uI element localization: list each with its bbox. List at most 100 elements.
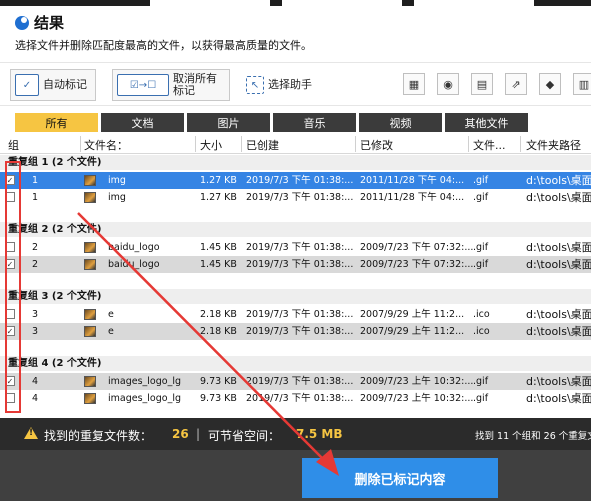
table-row[interactable]: ✓ 4 images_logo_lg 9.73 KB 2019/7/3 下午 01:38… [0,373,591,390]
row-modified: 2009/7/23 下午 07:32:... [360,259,474,270]
group-header: 重复组 4 (2 个文件) [0,356,591,371]
location-pin-icon[interactable]: ◉ [437,73,459,95]
found-files-label: 找到的重复文件数： [44,429,153,443]
row-checkbox[interactable]: ✓ [5,259,15,269]
status-footer: 找到的重复文件数： 26 | 可节省空间： 7.5 MB 找到 11 个组和 2… [0,418,591,450]
header: 结果 选择文件并删除匹配度最高的文件，以获得最高质量的文件。 [0,6,591,58]
row-modified: 2011/11/28 下午 04:... [360,175,465,186]
row-created: 2019/7/3 下午 01:38:... [246,326,354,337]
group-header: 重复组 3 (2 个文件) [0,289,591,304]
external-link-icon[interactable]: ⇗ [505,73,527,95]
row-checkbox[interactable]: ✓ [5,326,15,336]
column-folder-path[interactable]: 文件夹路径 [526,137,581,153]
column-file-type[interactable]: 文件... [473,137,506,153]
row-created: 2019/7/3 下午 01:38:... [246,393,354,404]
row-checkbox[interactable] [5,242,15,252]
save-doc-icon[interactable]: ▤ [471,73,493,95]
row-filename: baidu_logo [108,242,160,253]
column-filename[interactable]: 文件名： [84,137,128,153]
table-row[interactable]: 1 img 1.27 KB 2019/7/3 下午 01:38:... 2011/11/… [0,189,591,206]
tab-images[interactable]: 图片 [187,113,270,132]
found-files-count: 26 [172,427,189,441]
app-logo-icon [15,16,29,30]
file-type-tabs: 所有 文档 图片 音乐 视频 其他文件 [0,111,591,133]
row-extension: .gif [473,175,489,186]
row-checkbox[interactable] [5,309,15,319]
column-group[interactable]: 组 [8,137,19,153]
image-file-icon [84,376,96,387]
space-saved-value: 7.5 MB [296,427,343,441]
table-row[interactable]: ✓ 2 baidu_logo 1.45 KB 2019/7/3 下午 01:38:...… [0,256,591,273]
warning-icon [24,427,38,439]
image-file-icon [84,393,96,404]
row-modified: 2009/7/23 下午 07:32:... [360,242,474,253]
row-extension: .ico [473,326,490,337]
table-row[interactable]: 3 e 2.18 KB 2019/7/3 下午 01:38:... 2007/9/29 … [0,306,591,323]
row-extension: .gif [473,192,489,203]
table-row[interactable]: 4 images_logo_lg 9.73 KB 2019/7/3 下午 01:38:… [0,390,591,405]
row-group-number: 2 [32,242,39,253]
image-file-icon [84,192,96,203]
image-file-icon [84,259,96,270]
column-modified[interactable]: 已修改 [360,137,393,153]
selection-assistant-button[interactable]: ↖ 选择助手 [242,69,326,101]
row-folder-path: d:\tools\桌面\ [526,308,591,321]
selection-assistant-label: 选择助手 [268,78,312,91]
row-filename: e [108,326,114,337]
delete-marked-button[interactable]: 删除已标记内容 [302,458,498,498]
row-size: 1.45 KB [200,242,237,253]
row-filename: img [108,175,126,186]
row-group-number: 1 [32,192,39,203]
row-created: 2019/7/3 下午 01:38:... [246,242,354,253]
row-folder-path: d:\tools\桌面\ [526,325,591,338]
row-checkbox[interactable]: ✓ [5,175,15,185]
action-bar: 删除已标记内容 [0,450,591,501]
column-size[interactable]: 大小 [200,137,222,153]
page-subtitle: 选择文件并删除匹配度最高的文件，以获得最高质量的文件。 [15,39,312,52]
table-row[interactable]: 2 baidu_logo 1.45 KB 2019/7/3 下午 01:38:... 2… [0,239,591,256]
duplicate-file-table: 重复组 1 (2 个文件) ✓ 1 img 1.27 KB 2019/7/3 下午 01:… [0,155,591,405]
row-filename: img [108,192,126,203]
auto-mark-button[interactable]: ✓ 自动标记 [10,69,96,101]
column-header: 组 文件名： 大小 已创建 已修改 文件... 文件夹路径 [0,134,591,154]
document-icon[interactable]: ▥ [573,73,591,95]
row-folder-path: d:\tools\桌面\ [526,392,591,405]
row-folder-path: d:\tools\桌面\ [526,241,591,254]
row-checkbox[interactable] [5,192,15,202]
row-created: 2019/7/3 下午 01:38:... [246,309,354,320]
table-row[interactable]: ✓ 1 img 1.27 KB 2019/7/3 下午 01:38:... 2011/11… [0,172,591,189]
row-size: 2.18 KB [200,309,237,320]
row-folder-path: d:\tools\桌面\ [526,258,591,271]
row-modified: 2007/9/29 上午 11:2... [360,326,465,337]
row-extension: .gif [473,376,489,387]
space-saved-label: 可节省空间： [208,429,281,443]
row-modified: 2007/9/29 上午 11:2... [360,309,465,320]
row-checkbox[interactable] [5,393,15,403]
row-filename: e [108,309,114,320]
row-created: 2019/7/3 下午 01:38:... [246,175,354,186]
row-size: 1.45 KB [200,259,237,270]
row-folder-path: d:\tools\桌面 [526,191,591,204]
unmark-all-label: 取消所有标记 [173,72,217,97]
unmark-all-button[interactable]: ☑→☐ 取消所有标记 [112,69,230,101]
results-window: 结果 选择文件并删除匹配度最高的文件，以获得最高质量的文件。 ✓ 自动标记 ☑→… [0,0,591,501]
row-size: 1.27 KB [200,175,237,186]
grid-icon[interactable]: ▦ [403,73,425,95]
tab-other-files[interactable]: 其他文件 [445,113,528,132]
tab-music[interactable]: 音乐 [273,113,356,132]
image-file-icon [84,309,96,320]
group-header: 重复组 1 (2 个文件) [0,155,591,170]
eraser-icon[interactable]: ◆ [539,73,561,95]
image-file-icon [84,175,96,186]
row-group-number: 3 [32,309,39,320]
tab-documents[interactable]: 文档 [101,113,184,132]
tab-all[interactable]: 所有 [15,113,98,132]
column-created[interactable]: 已创建 [246,137,279,153]
row-size: 2.18 KB [200,326,237,337]
tab-videos[interactable]: 视频 [359,113,442,132]
toolbar: ✓ 自动标记 ☑→☐ 取消所有标记 ↖ 选择助手 ▦ ◉ ▤ ⇗ ◆ ▥ [0,62,591,106]
row-size: 1.27 KB [200,192,237,203]
row-checkbox[interactable]: ✓ [5,376,15,386]
row-group-number: 3 [32,326,39,337]
table-row[interactable]: ✓ 3 e 2.18 KB 2019/7/3 下午 01:38:... 2007/9/29… [0,323,591,340]
